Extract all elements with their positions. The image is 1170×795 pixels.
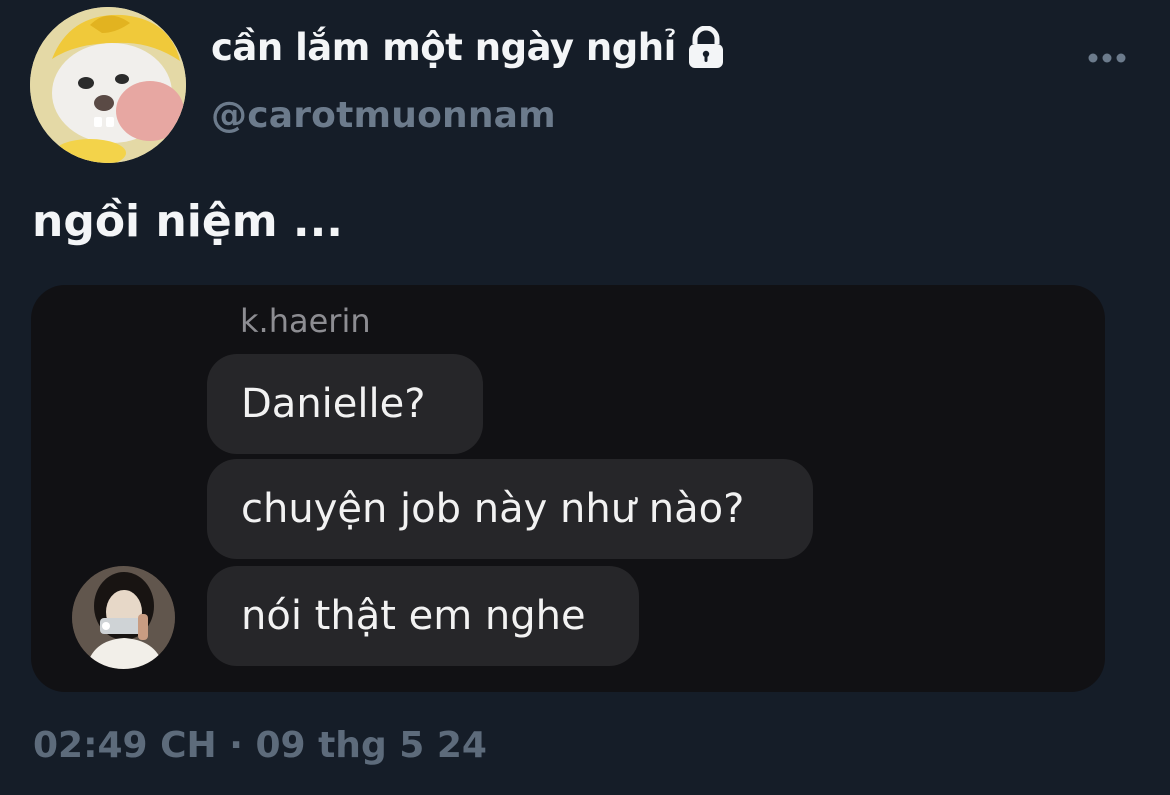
tweet-time: 02:49 CH [33,725,217,766]
display-name[interactable]: cần lắm một ngày nghỉ [211,26,676,70]
timestamp[interactable]: 02:49 CH · 09 thg 5 24 [33,724,487,768]
media-image[interactable]: k.haerin Danielle? chuyện job này như nà… [31,285,1105,692]
separator-dot: · [229,725,243,766]
message-bubble: chuyện job này như nào? [207,459,813,559]
lock-icon [686,25,726,70]
tweet-date: 09 thg 5 24 [255,725,487,766]
author-handle[interactable]: @carotmuonnam [211,94,556,138]
author-name-row[interactable]: cần lắm một ngày nghỉ [211,25,726,70]
message-bubble: nói thật em nghe [207,566,639,666]
chat-sender-name: k.haerin [240,302,371,340]
more-options-icon[interactable] [1086,48,1128,68]
tweet-text: ngồi niệm ... [32,196,344,247]
profile-photo-icon [72,566,175,669]
message-bubble: Danielle? [207,354,483,454]
author-avatar[interactable] [30,7,186,163]
cartoon-character-icon [30,7,186,163]
chat-avatar [72,566,175,669]
